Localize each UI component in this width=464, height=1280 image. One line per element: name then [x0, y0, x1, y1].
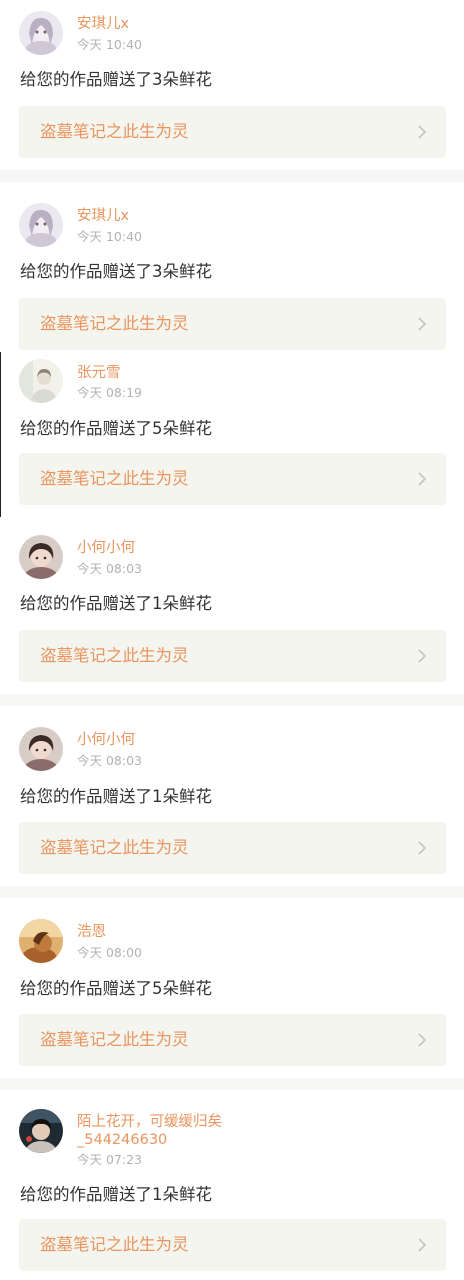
avatar[interactable]: [19, 727, 63, 771]
message-text: 给您的作品赠送了3朵鲜花: [20, 262, 212, 281]
timestamp: 今天 08:03: [77, 753, 142, 768]
chevron-right-icon: [418, 1033, 427, 1047]
timestamp: 今天 08:19: [77, 385, 142, 400]
work-link[interactable]: 盗墓笔记之此生为灵: [19, 106, 446, 158]
work-title: 盗墓笔记之此生为灵: [40, 838, 189, 857]
section-divider: [0, 1078, 464, 1090]
work-title: 盗墓笔记之此生为灵: [40, 122, 189, 141]
timestamp: 今天 10:40: [77, 37, 142, 52]
chevron-right-icon: [418, 1238, 427, 1252]
username[interactable]: 张元雪: [77, 364, 121, 383]
message-text: 给您的作品赠送了3朵鲜花: [20, 70, 212, 89]
notification-card: 陌上花开，可缓缓归矣 _544246630 今天 07:23 给您的作品赠送了1…: [0, 1090, 464, 1280]
message-text: 给您的作品赠送了1朵鲜花: [20, 1185, 212, 1204]
work-title: 盗墓笔记之此生为灵: [40, 469, 189, 488]
message-text: 给您的作品赠送了1朵鲜花: [20, 787, 212, 806]
avatar[interactable]: [19, 359, 63, 403]
timestamp: 今天 08:00: [77, 945, 142, 960]
avatar[interactable]: [19, 535, 63, 579]
message-text: 给您的作品赠送了5朵鲜花: [20, 979, 212, 998]
username[interactable]: 小何小何: [77, 539, 135, 558]
chevron-right-icon: [418, 649, 427, 663]
timestamp: 今天 08:03: [77, 561, 142, 576]
username[interactable]: 陌上花开，可缓缓归矣: [77, 1113, 222, 1132]
work-title: 盗墓笔记之此生为灵: [40, 646, 189, 665]
username[interactable]: 浩恩: [77, 923, 106, 942]
work-link[interactable]: 盗墓笔记之此生为灵: [19, 298, 446, 350]
chevron-right-icon: [418, 317, 427, 331]
work-title: 盗墓笔记之此生为灵: [40, 314, 189, 333]
notification-card: 张元雪 今天 08:19 给您的作品赠送了5朵鲜花 盗墓笔记之此生为灵: [0, 352, 464, 517]
username[interactable]: 安琪儿x: [77, 207, 129, 226]
username[interactable]: 安琪儿x: [77, 15, 129, 34]
work-title: 盗墓笔记之此生为灵: [40, 1030, 189, 1049]
section-divider: [0, 694, 464, 706]
username-suffix[interactable]: _544246630: [77, 1131, 167, 1150]
work-link[interactable]: 盗墓笔记之此生为灵: [19, 822, 446, 874]
section-divider: [0, 886, 464, 898]
notification-card: 安琪儿x 今天 10:40 给您的作品赠送了3朵鲜花 盗墓笔记之此生为灵: [0, 182, 464, 352]
avatar[interactable]: [19, 919, 63, 963]
chevron-right-icon: [418, 472, 427, 486]
work-title: 盗墓笔记之此生为灵: [40, 1235, 189, 1254]
chevron-right-icon: [418, 841, 427, 855]
work-link[interactable]: 盗墓笔记之此生为灵: [19, 1219, 446, 1271]
notification-card: 小何小何 今天 08:03 给您的作品赠送了1朵鲜花 盗墓笔记之此生为灵: [0, 517, 464, 694]
avatar[interactable]: [19, 203, 63, 247]
chevron-right-icon: [418, 125, 427, 139]
avatar[interactable]: [19, 1109, 63, 1153]
notification-card: 安琪儿x 今天 10:40 给您的作品赠送了3朵鲜花 盗墓笔记之此生为灵: [0, 0, 464, 170]
timestamp: 今天 07:23: [77, 1152, 142, 1167]
work-link[interactable]: 盗墓笔记之此生为灵: [19, 453, 446, 505]
username[interactable]: 小何小何: [77, 731, 135, 750]
notification-card: 浩恩 今天 08:00 给您的作品赠送了5朵鲜花 盗墓笔记之此生为灵: [0, 898, 464, 1078]
message-text: 给您的作品赠送了5朵鲜花: [20, 419, 212, 438]
message-text: 给您的作品赠送了1朵鲜花: [20, 594, 212, 613]
work-link[interactable]: 盗墓笔记之此生为灵: [19, 1014, 446, 1066]
avatar[interactable]: [19, 11, 63, 55]
notification-card: 小何小何 今天 08:03 给您的作品赠送了1朵鲜花 盗墓笔记之此生为灵: [0, 706, 464, 886]
timestamp: 今天 10:40: [77, 229, 142, 244]
section-divider: [0, 170, 464, 182]
work-link[interactable]: 盗墓笔记之此生为灵: [19, 630, 446, 682]
